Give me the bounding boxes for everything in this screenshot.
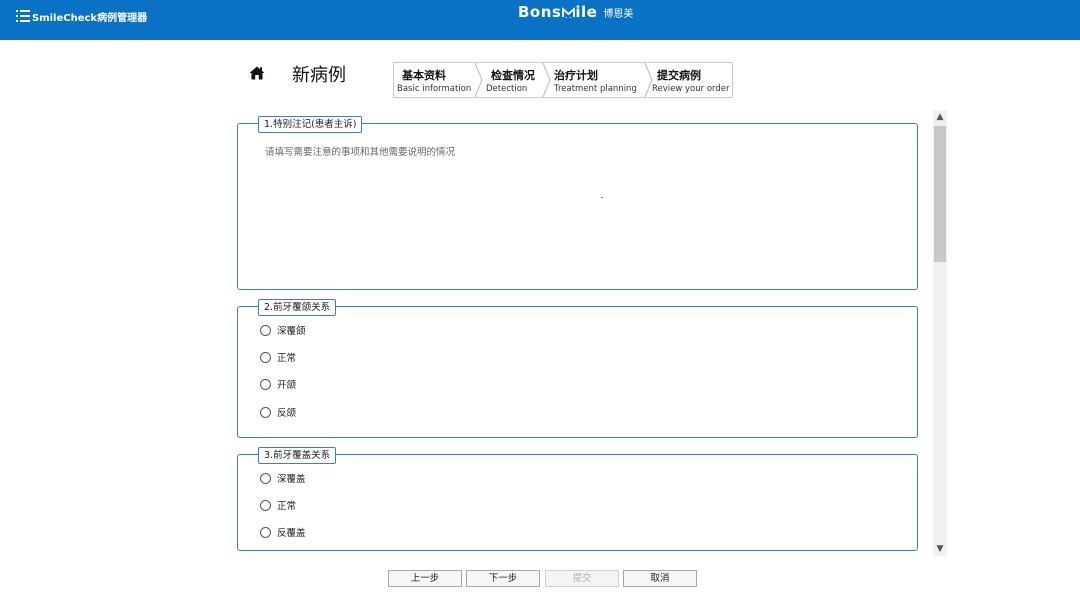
step-basic-information[interactable]: 基本资料 Basic information — [394, 63, 476, 97]
radio-circle-icon[interactable] — [260, 526, 271, 538]
radio-circle-icon[interactable] — [260, 472, 271, 484]
radio-normal-overbite[interactable]: 正常 — [260, 350, 296, 364]
menu-button[interactable]: SmileCheck病例管理器 — [16, 8, 147, 24]
cancel-button[interactable]: 取消 — [623, 570, 697, 587]
home-icon[interactable] — [249, 66, 265, 80]
scroll-down-icon[interactable]: ▼ — [933, 542, 947, 556]
radio-normal-overjet[interactable]: 正常 — [260, 498, 296, 512]
cursor-dot — [601, 197, 603, 198]
smile-m-icon — [561, 6, 575, 19]
scrollbar-thumb[interactable] — [934, 126, 946, 262]
step-separator-icon — [474, 63, 483, 97]
step-separator-icon — [542, 63, 551, 97]
page-title: 新病例 — [292, 65, 346, 86]
brand-latin: Bons ile — [518, 3, 598, 21]
step-detection[interactable]: 检查情况 Detection — [476, 63, 546, 97]
section-overbite-legend: 2.前牙覆颌关系 — [258, 299, 337, 316]
form-scroll-area[interactable]: 1.特别注记(患者主诉) 请填写需要注意的事项和其他需要说明的情况 2.前牙覆颌… — [237, 110, 934, 556]
notes-textarea[interactable]: 请填写需要注意的事项和其他需要说明的情况 — [265, 144, 455, 158]
radio-reverse-overjet[interactable]: 反覆盖 — [260, 525, 306, 539]
radio-circle-icon[interactable] — [260, 351, 271, 363]
next-step-button[interactable]: 下一步 — [466, 570, 540, 587]
radio-circle-icon[interactable] — [260, 499, 271, 511]
brand-logo: Bons ile 博恩美 — [518, 3, 633, 21]
vertical-scrollbar[interactable]: ▲ ▼ — [933, 110, 947, 556]
step-treatment-planning[interactable]: 治疗计划 Treatment planning — [546, 63, 646, 97]
radio-circle-icon[interactable] — [260, 378, 271, 390]
section-overbite: 2.前牙覆颌关系 深覆颌 正常 开颌 反颌 — [237, 299, 918, 438]
radio-reverse-bite[interactable]: 反颌 — [260, 405, 296, 419]
prev-step-button[interactable]: 上一步 — [388, 570, 462, 587]
section-notes-legend: 1.特别注记(患者主诉) — [258, 116, 363, 133]
radio-circle-icon[interactable] — [260, 324, 271, 336]
section-overjet-legend: 3.前牙覆盖关系 — [258, 447, 337, 464]
brand-chinese: 博恩美 — [603, 9, 634, 20]
radio-open-bite[interactable]: 开颌 — [260, 377, 296, 391]
step-separator-icon — [644, 63, 653, 97]
submit-button[interactable]: 提交 — [545, 570, 619, 587]
radio-deep-overbite[interactable]: 深覆颌 — [260, 323, 306, 337]
radio-circle-icon[interactable] — [260, 406, 271, 418]
section-overjet: 3.前牙覆盖关系 深覆盖 正常 反覆盖 — [237, 447, 918, 551]
menu-icon — [16, 10, 30, 22]
app-title: SmileCheck病例管理器 — [32, 12, 148, 24]
scroll-up-icon[interactable]: ▲ — [933, 110, 947, 124]
radio-deep-overjet[interactable]: 深覆盖 — [260, 471, 306, 485]
step-navigation: 基本资料 Basic information 检查情况 Detection 治疗… — [393, 62, 733, 98]
section-special-notes: 1.特别注记(患者主诉) 请填写需要注意的事项和其他需要说明的情况 — [237, 116, 918, 290]
step-review-order[interactable]: 提交病例 Review your order — [646, 63, 732, 97]
top-bar: SmileCheck病例管理器 Bons ile 博恩美 — [0, 0, 1080, 40]
